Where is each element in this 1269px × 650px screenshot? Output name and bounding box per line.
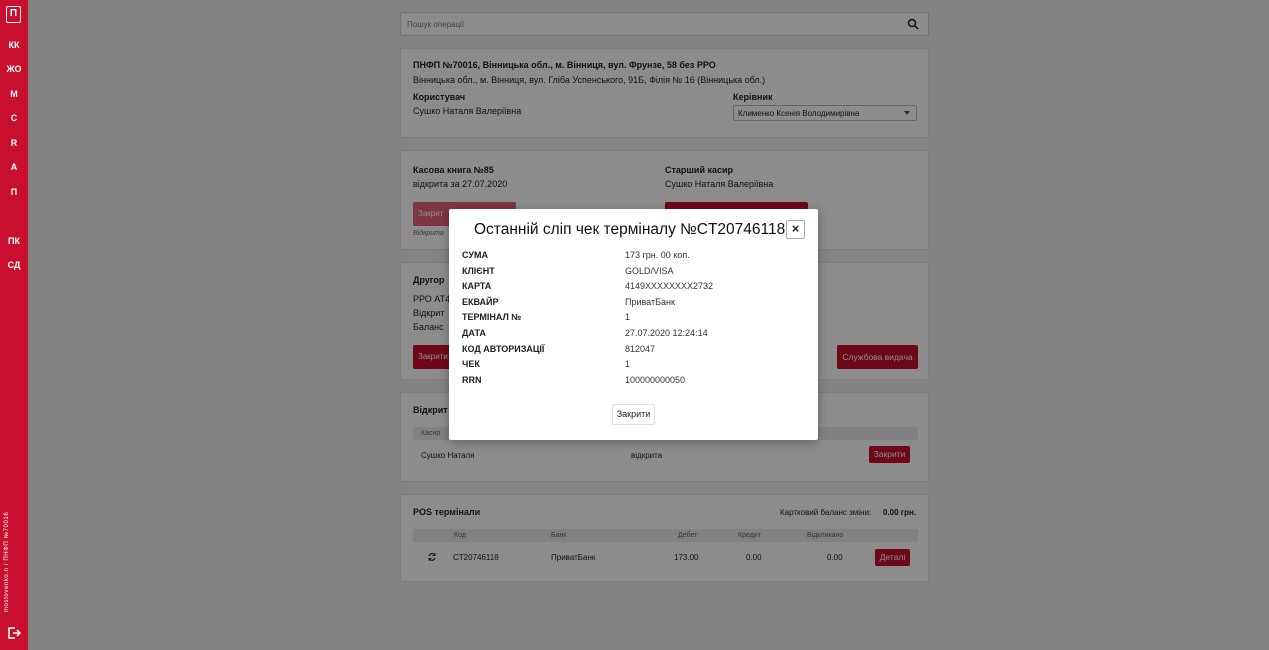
slip-value: 812047	[625, 343, 656, 354]
slip-value: ПриватБанк	[625, 296, 675, 307]
slip-key: RRN	[462, 374, 482, 385]
slip-row: ТЕРМІНАЛ № 1	[462, 312, 802, 328]
slip-key: ДАТА	[462, 328, 486, 338]
slip-value: 173 грн. 00 коп.	[625, 250, 690, 260]
modal-title: Останній сліп чек терміналу №CT20746118	[474, 221, 786, 238]
slip-row: ЧЕК 1	[462, 359, 802, 375]
modal-close-button[interactable]: Закрити	[612, 404, 655, 425]
close-icon[interactable]: ×	[786, 220, 805, 239]
logout-icon[interactable]	[7, 626, 21, 640]
slip-value: 100000000050	[625, 374, 686, 385]
slip-row: ЕКВАЙР ПриватБанк	[462, 297, 802, 313]
slip-value: 1	[625, 359, 631, 370]
slip-key: СУМА	[462, 250, 488, 260]
sidebar-item-m[interactable]: М	[0, 89, 28, 99]
sidebar-item-a[interactable]: А	[0, 162, 28, 172]
slip-value: 1	[625, 312, 631, 323]
slip-key: ТЕРМІНАЛ №	[462, 312, 522, 323]
slip-key: КОД АВТОРИЗАЦІЇ	[462, 343, 545, 354]
slip-key: КАРТА	[462, 281, 492, 292]
slip-row: КЛІЄНТ GOLD/VISA	[462, 266, 802, 282]
slip-row: СУМА 173 грн. 00 коп.	[462, 250, 802, 266]
user-branch-label: mostovenko.n / ПНФП №70016	[4, 511, 10, 612]
sidebar: П КК ЖО М С R А П ПК СД mostovenko.n / П…	[0, 0, 28, 650]
slip-value: 4149XXXXXXXX2732	[625, 281, 714, 292]
slip-key: ЕКВАЙР	[462, 296, 499, 307]
slip-row: RRN 100000000050	[462, 375, 802, 391]
slip-key: ЧЕК	[462, 359, 480, 370]
slip-value: GOLD/VISA	[625, 265, 674, 276]
sidebar-item-pk[interactable]: ПК	[0, 236, 28, 246]
slip-value: 27.07.2020 12:24:14	[625, 328, 708, 338]
sidebar-item-zho[interactable]: ЖО	[0, 64, 28, 74]
sidebar-item-kk[interactable]: КК	[0, 40, 28, 50]
sidebar-item-r[interactable]: R	[0, 138, 28, 148]
slip-key: КЛІЄНТ	[462, 265, 495, 276]
app-logo[interactable]: П	[6, 6, 21, 23]
slip-row: КОД АВТОРИЗАЦІЇ 812047	[462, 344, 802, 360]
slip-row: КАРТА 4149XXXXXXXX2732	[462, 281, 802, 297]
sidebar-item-p[interactable]: П	[0, 187, 28, 197]
slip-modal: Останній сліп чек терміналу №CT20746118 …	[449, 209, 818, 440]
sidebar-item-s[interactable]: С	[0, 113, 28, 123]
sidebar-item-sd[interactable]: СД	[0, 260, 28, 270]
slip-row: ДАТА 27.07.2020 12:24:14	[462, 328, 802, 344]
